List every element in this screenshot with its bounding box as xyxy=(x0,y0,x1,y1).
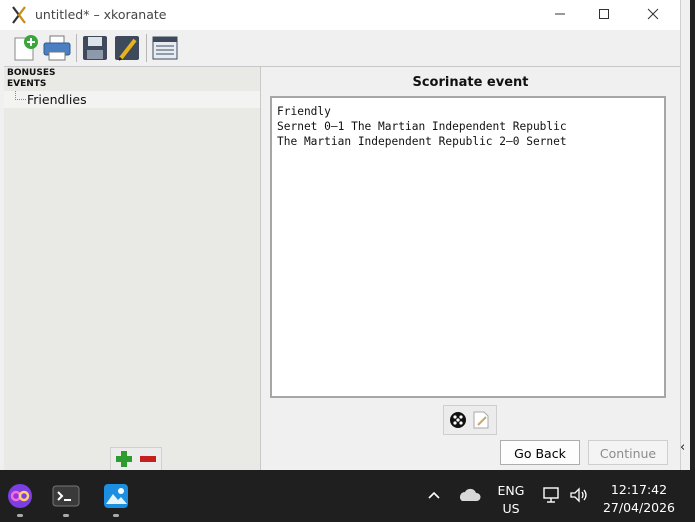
chevron-up-icon[interactable] xyxy=(427,490,441,500)
go-back-button[interactable]: Go Back xyxy=(500,440,580,465)
minimize-icon xyxy=(555,13,565,15)
tree-category-events[interactable]: EVENTS xyxy=(7,79,46,89)
panel-heading: Scorinate event xyxy=(412,75,529,90)
dice-icon[interactable] xyxy=(449,411,467,429)
scorinate-tools xyxy=(443,405,497,435)
continue-button[interactable]: Continue xyxy=(588,440,668,465)
results-output[interactable]: Friendly Sernet 0–1 The Martian Independ… xyxy=(270,96,666,398)
chevron-right-icon: ‹ xyxy=(680,440,686,455)
notes-icon[interactable] xyxy=(472,411,490,429)
print-icon[interactable] xyxy=(42,33,72,63)
input-language[interactable]: ENG xyxy=(492,483,530,498)
close-button[interactable] xyxy=(630,0,676,30)
minimize-button[interactable] xyxy=(537,0,583,30)
terminal-app-icon[interactable] xyxy=(52,482,80,510)
clock-time[interactable]: 12:17:42 xyxy=(600,482,678,497)
input-region[interactable]: US xyxy=(492,501,530,516)
running-indicator xyxy=(17,514,23,517)
event-tree-pane: BONUSES EVENTS Friendlies xyxy=(4,67,261,471)
background-window-strip xyxy=(690,0,695,470)
scorinate-panel: Scorinate event Friendly Sernet 0–1 The … xyxy=(261,67,680,470)
tree-branch-line xyxy=(15,91,26,100)
background-window-edge: ‹ xyxy=(680,0,695,470)
maximize-icon xyxy=(599,9,609,19)
output-line: The Martian Independent Republic 2–0 Ser… xyxy=(277,135,567,148)
output-line: Friendly xyxy=(277,105,331,118)
tree-category-bonuses[interactable]: BONUSES xyxy=(7,68,55,78)
running-indicator xyxy=(113,514,119,517)
close-icon xyxy=(647,8,659,20)
onedrive-cloud-icon[interactable] xyxy=(457,488,481,502)
edit-icon[interactable] xyxy=(112,33,142,63)
photos-app-icon[interactable] xyxy=(102,482,130,510)
add-icon[interactable] xyxy=(115,451,133,467)
tree-item-friendlies[interactable]: Friendlies xyxy=(4,91,260,108)
tree-edit-buttons xyxy=(110,447,162,471)
clock-date[interactable]: 27/04/2026 xyxy=(600,500,678,515)
toolbar-separator xyxy=(76,34,77,62)
title-bar[interactable]: untitled* – xkoranate xyxy=(0,0,680,30)
list-icon[interactable] xyxy=(150,33,180,63)
network-icon[interactable] xyxy=(542,486,562,504)
save-icon[interactable] xyxy=(80,33,110,63)
copilot-app-icon[interactable] xyxy=(6,482,34,510)
remove-icon[interactable] xyxy=(139,451,157,467)
toolbar-separator xyxy=(146,34,147,62)
volume-icon[interactable] xyxy=(569,487,589,503)
output-line: Sernet 0–1 The Martian Independent Repub… xyxy=(277,120,567,133)
xkoranate-app-icon xyxy=(12,6,26,24)
maximize-button[interactable] xyxy=(581,0,627,30)
taskbar: ENG US 12:17:42 27/04/2026 xyxy=(0,470,695,522)
window-title: untitled* – xkoranate xyxy=(35,7,167,22)
app-window: untitled* – xkoranate BONUSES EVENTS Fri… xyxy=(0,0,681,471)
tree-item-label: Friendlies xyxy=(27,92,87,107)
running-indicator xyxy=(63,514,69,517)
new-file-icon[interactable] xyxy=(10,33,40,63)
toolbar xyxy=(4,30,680,67)
